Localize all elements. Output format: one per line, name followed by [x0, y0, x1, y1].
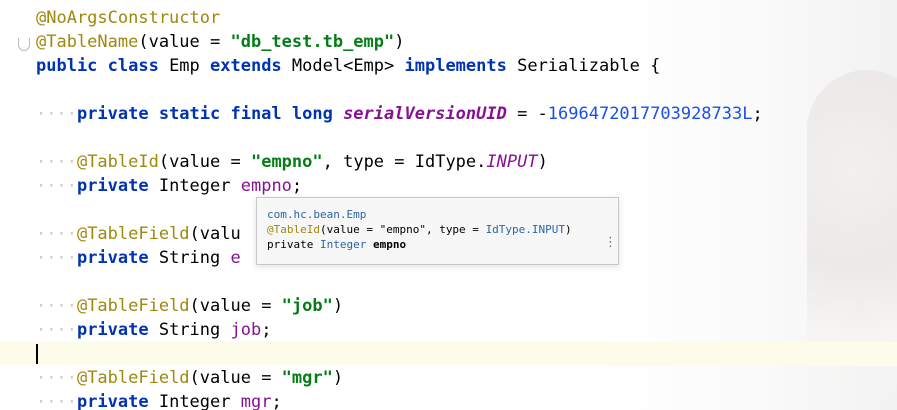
- popup-declaration-line: private Integer empno: [267, 237, 406, 252]
- code-token: ;: [752, 104, 763, 124]
- code-token: ····: [36, 320, 77, 340]
- code-line[interactable]: ····private Integer mgr;: [0, 390, 897, 410]
- popup-annotation-close: ): [565, 223, 572, 236]
- popup-annotation-args: (value = "empno", type =: [319, 223, 486, 236]
- code-token: serialVersionUID: [343, 104, 507, 124]
- code-token: ····: [36, 104, 77, 124]
- code-token: public class: [36, 56, 170, 76]
- code-token: @TableField: [76, 368, 190, 388]
- code-token: "db_test.tb_emp": [230, 32, 395, 52]
- code-token: ····: [36, 296, 77, 316]
- quick-documentation-popup: com.hc.bean.Emp @TableId(value = "empno"…: [256, 197, 619, 265]
- code-token: Serializable {: [517, 56, 661, 76]
- code-line[interactable]: @NoArgsConstructor: [0, 6, 897, 30]
- code-token: "job": [281, 296, 333, 316]
- code-line[interactable]: ····@TableField(value = "mgr"): [0, 366, 897, 390]
- code-token: (value =: [138, 32, 231, 52]
- code-token: ····: [36, 224, 77, 244]
- code-token: "mgr": [281, 368, 333, 388]
- code-token: @TableName: [36, 32, 139, 52]
- code-token: private: [76, 320, 159, 340]
- code-token: Model<Emp>: [291, 56, 405, 76]
- code-token: (valu: [189, 224, 241, 244]
- popup-annotation-link[interactable]: @TableId: [267, 223, 320, 236]
- popup-field-name: empno: [372, 238, 407, 251]
- text-caret: [36, 344, 38, 364]
- code-token: (value =: [158, 152, 251, 172]
- code-line-text: ····private String e: [36, 246, 241, 270]
- code-token: String: [158, 320, 231, 340]
- code-line-text: public class Emp extends Model<Emp> impl…: [36, 54, 660, 78]
- code-line[interactable]: ····@TableId(value = "empno", type = IdT…: [0, 150, 897, 174]
- code-token: @TableField: [76, 296, 190, 316]
- popup-type-link[interactable]: Integer: [320, 238, 373, 251]
- code-token: (value =: [189, 296, 282, 316]
- code-token: ;: [261, 320, 272, 340]
- code-token: Emp: [169, 56, 211, 76]
- code-token: private static final long: [76, 104, 344, 124]
- code-line[interactable]: ····private Integer empno;: [0, 174, 897, 198]
- popup-idtype-link[interactable]: IdType.INPUT: [486, 223, 565, 236]
- code-token: ····: [36, 176, 77, 196]
- code-token: private: [76, 248, 159, 268]
- code-line[interactable]: ····private static final long serialVers…: [0, 102, 897, 126]
- code-token: @NoArgsConstructor: [36, 8, 221, 28]
- code-line[interactable]: [0, 270, 897, 294]
- code-line[interactable]: @TableName(value = "db_test.tb_emp"): [0, 30, 897, 54]
- code-token: = -: [506, 104, 548, 124]
- code-token: ;: [271, 392, 282, 410]
- code-token: INPUT: [486, 152, 538, 172]
- code-token: empno: [240, 176, 292, 196]
- code-token: job: [230, 320, 262, 340]
- code-token: @TableId: [76, 152, 159, 172]
- code-line-text: ····@TableField(value = "job"): [36, 294, 343, 318]
- code-line-text: @NoArgsConstructor: [36, 6, 220, 30]
- code-line[interactable]: ····@TableField(value = "job"): [0, 294, 897, 318]
- code-token: ): [332, 368, 344, 388]
- code-token: String: [158, 248, 231, 268]
- code-line-text: ····private Integer empno;: [36, 174, 302, 198]
- code-line-text: ····private Integer mgr;: [36, 390, 282, 410]
- code-token: ): [537, 152, 548, 172]
- code-line-text: ····private static final long serialVers…: [36, 102, 763, 126]
- code-line-text: @TableName(value = "db_test.tb_emp"): [36, 30, 405, 54]
- code-token: e: [230, 248, 241, 268]
- code-line[interactable]: [0, 342, 897, 366]
- code-token: "empno": [250, 152, 323, 172]
- popup-modifier: private: [267, 238, 320, 251]
- code-line[interactable]: [0, 126, 897, 150]
- code-editor[interactable]: @NoArgsConstructor @TableName(value = "db…: [0, 0, 897, 410]
- code-line-text: ····private String job;: [36, 318, 271, 342]
- code-line-text: ····@TableId(value = "empno", type = IdT…: [36, 150, 548, 174]
- code-token: ;: [291, 176, 303, 196]
- code-token: Integer: [158, 176, 241, 196]
- code-token: ····: [36, 392, 77, 410]
- code-token: @TableField: [76, 224, 190, 244]
- popup-annotation-line: @TableId(value = "empno", type = IdType.…: [267, 222, 572, 237]
- code-token: ····: [36, 368, 77, 388]
- code-token: ····: [36, 152, 77, 172]
- code-line-text: ····@TableField(valu: [36, 222, 241, 246]
- code-token: ): [332, 296, 344, 316]
- code-line[interactable]: public class Emp extends Model<Emp> impl…: [0, 54, 897, 78]
- code-token: Integer: [158, 392, 241, 410]
- code-token: private: [76, 392, 159, 410]
- code-line[interactable]: [0, 78, 897, 102]
- code-token: implements: [404, 56, 518, 76]
- popup-class-name[interactable]: com.hc.bean.Emp: [267, 207, 366, 222]
- more-options-icon[interactable]: ⋮: [604, 236, 617, 250]
- code-token: ····: [36, 248, 77, 268]
- code-token: private: [76, 176, 159, 196]
- code-token: (value =: [189, 368, 282, 388]
- code-token: , type = IdType.: [322, 152, 487, 172]
- code-line-text: ····@TableField(value = "mgr"): [36, 366, 343, 390]
- code-token: mgr: [240, 392, 272, 410]
- code-line[interactable]: ····private String job;: [0, 318, 897, 342]
- code-token: 1696472017703928733L: [547, 104, 753, 124]
- code-token: ): [394, 32, 405, 52]
- code-token: extends: [210, 56, 292, 76]
